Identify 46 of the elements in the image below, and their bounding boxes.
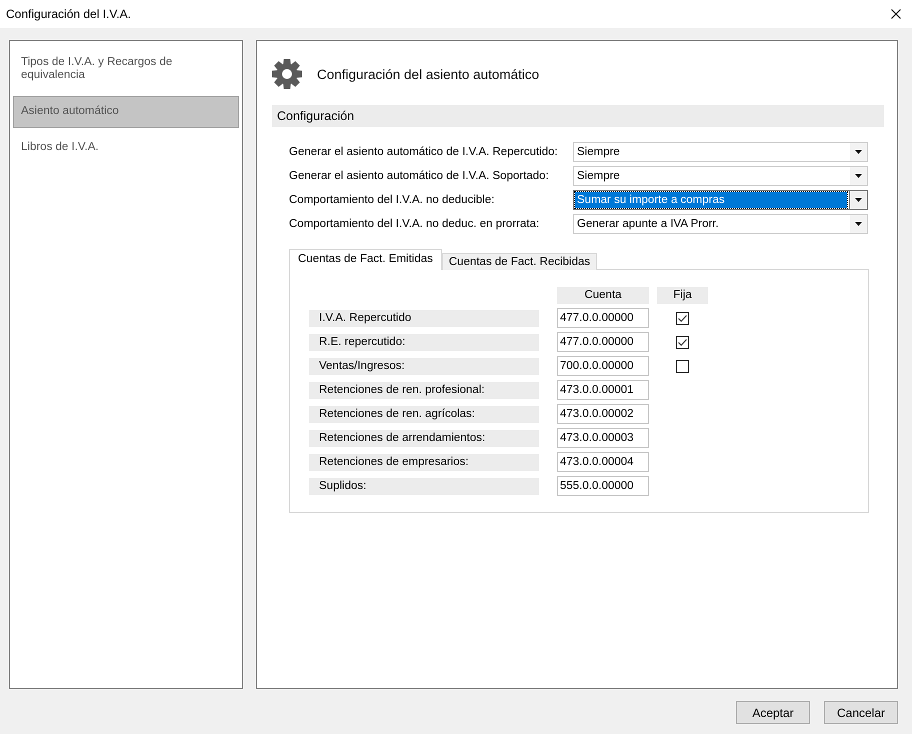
dropdown[interactable]: Siempre (573, 166, 868, 186)
panel-title: Configuración del asiento automático (317, 66, 540, 82)
section-header: Configuración (272, 105, 884, 127)
account-field[interactable]: 473.0.0.00002 (557, 404, 649, 424)
caret-icon (855, 198, 862, 202)
account-label: Suplidos: (309, 478, 539, 494)
field-label: Comportamiento del I.V.A. no deducible: (289, 194, 496, 206)
account-label: R.E. repercutido: (309, 334, 539, 350)
field-label: Comportamiento del I.V.A. no deduc. en prorrata: (289, 218, 540, 230)
account-label: Retenciones de empresarios: (309, 454, 539, 470)
account-field[interactable]: 473.0.0.00004 (557, 452, 649, 472)
account-label: I.V.A. Repercutido (309, 310, 539, 326)
account-field[interactable]: 473.0.0.00001 (557, 380, 649, 400)
checkbox[interactable] (676, 360, 689, 372)
account-field[interactable]: 477.0.0.00000 (557, 308, 649, 328)
account-field[interactable]: 555.0.0.00000 (557, 476, 649, 496)
caret-icon (855, 222, 862, 226)
checkbox[interactable] (676, 312, 689, 324)
account-field[interactable]: 473.0.0.00003 (557, 428, 649, 448)
account-label: Ventas/Ingresos: (309, 358, 539, 374)
gear-icon (272, 58, 302, 90)
account-label: Retenciones de ren. profesional: (309, 382, 539, 398)
dropdown[interactable]: Sumar su importe a compras (573, 190, 868, 210)
sidebar-item[interactable]: Libros de I.V.A. (13, 132, 239, 164)
close-button[interactable] (891, 9, 901, 19)
column-header: Cuenta (557, 287, 649, 304)
dropdown[interactable]: Generar apunte a IVA Prorr. (573, 214, 868, 234)
sidebar-item[interactable]: Asiento automático (13, 96, 239, 128)
dialog-button[interactable]: Aceptar (736, 701, 810, 724)
sidebar-item[interactable]: Tipos de I.V.A. y Recargos de equivalencia (13, 47, 239, 92)
dialog-button[interactable]: Cancelar (824, 701, 898, 724)
checkbox[interactable] (676, 336, 689, 348)
account-field[interactable]: 700.0.0.00000 (557, 356, 649, 376)
column-header: Fija (657, 287, 708, 304)
field-label: Generar el asiento automático de I.V.A. Soportado: (289, 170, 550, 182)
window-title: Configuración del I.V.A. (6, 7, 131, 21)
caret-icon (855, 150, 862, 154)
tab[interactable]: Cuentas de Fact. Recibidas (442, 253, 598, 270)
account-label: Retenciones de ren. agrícolas: (309, 406, 539, 422)
close-icon (891, 9, 901, 19)
account-label: Retenciones de arrendamientos: (309, 430, 539, 446)
dropdown[interactable]: Siempre (573, 142, 868, 162)
field-label: Generar el asiento automático de I.V.A. Repercutido: (289, 146, 559, 158)
tab[interactable]: Cuentas de Fact. Emitidas (289, 249, 442, 270)
caret-icon (855, 174, 862, 178)
account-field[interactable]: 477.0.0.00000 (557, 332, 649, 352)
